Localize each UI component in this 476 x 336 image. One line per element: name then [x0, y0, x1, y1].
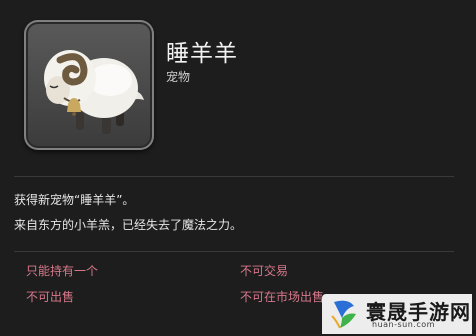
watermark: 寰晟手游网 huan-sun.com: [322, 294, 472, 334]
item-name: 睡羊羊: [166, 41, 238, 67]
sheep-minion-icon: [24, 20, 154, 150]
restriction-no-market: 不可在市场出售: [240, 290, 325, 304]
description-line-2: 来自东方的小羊羔，已经失去了魔法之力。: [14, 218, 243, 232]
item-category: 宠物: [166, 70, 191, 84]
restriction-unique: 只能持有一个: [26, 264, 99, 278]
description-line-1: 获得新宠物“睡羊羊”。: [14, 193, 135, 207]
kite-logo-icon: [326, 296, 362, 336]
divider-top: [14, 176, 454, 177]
item-tooltip: 睡羊羊 宠物 获得新宠物“睡羊羊”。 来自东方的小羊羔，已经失去了魔法之力。 只…: [0, 0, 476, 334]
restriction-untradable: 不可交易: [240, 264, 289, 278]
watermark-url: huan-sun.com: [372, 320, 435, 329]
restriction-unsellable: 不可出售: [26, 290, 75, 304]
divider-bottom: [14, 251, 454, 252]
